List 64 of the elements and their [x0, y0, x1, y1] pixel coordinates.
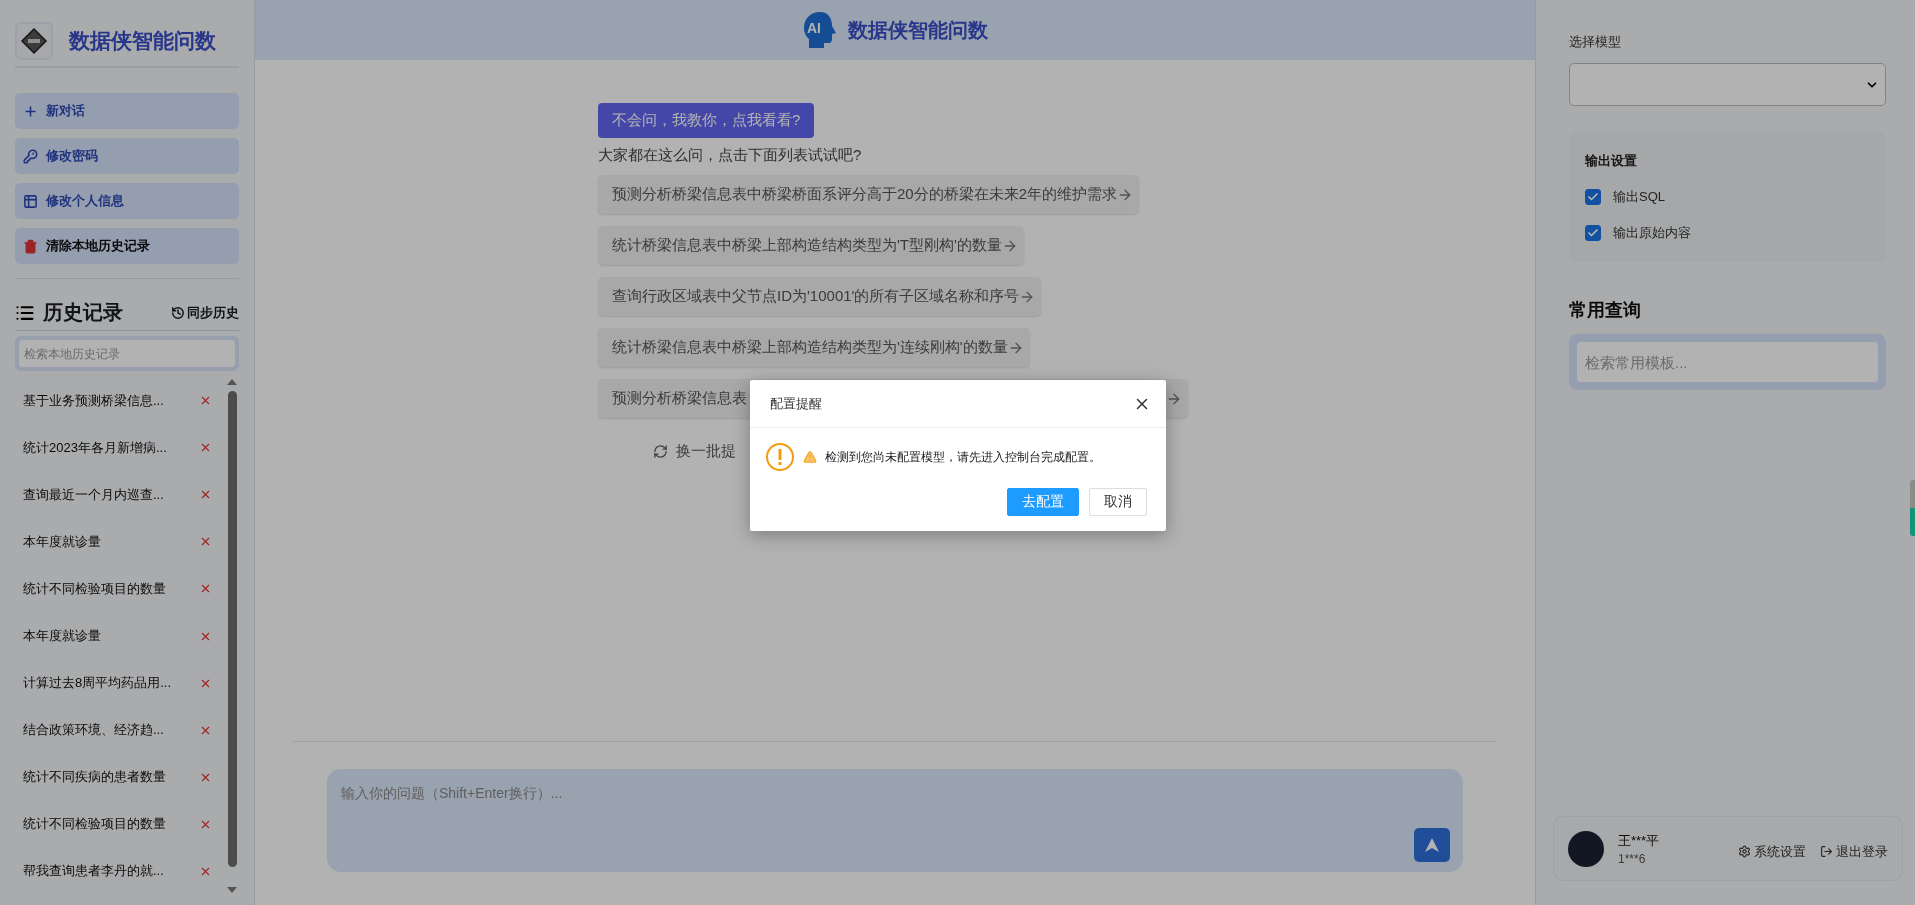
history-item[interactable]: 统计不同检验项目的数量 — [23, 815, 191, 834]
suggestion-prompt: 大家都在这么问，点击下面列表试试吧? — [598, 146, 862, 165]
check-icon — [1587, 227, 1599, 239]
trash-icon — [23, 238, 38, 254]
refresh-button[interactable]: 换一批提 — [653, 442, 736, 461]
checkbox-label: 输出原始内容 — [1613, 224, 1691, 242]
sync-history-button[interactable]: 同步历史 — [171, 303, 239, 322]
history-item[interactable]: 计算过去8周平均药品用... — [23, 674, 191, 693]
suggestion-button[interactable]: 统计桥梁信息表中桥梁上部构造结构类型为'T型刚构'的数量 — [598, 226, 1024, 265]
logo — [15, 22, 53, 60]
logout-icon — [1820, 845, 1833, 858]
history-item[interactable]: 统计不同疾病的患者数量 — [23, 768, 191, 787]
output-settings-title: 输出设置 — [1585, 152, 1638, 170]
history-search-field[interactable]: 检索本地历史记录 — [15, 336, 239, 371]
refresh-icon — [653, 444, 668, 459]
common-query-title: 常用查询 — [1569, 299, 1642, 322]
question-input[interactable]: 输入你的问题（Shift+Enter换行）... — [339, 783, 1451, 823]
sidebar-action-button[interactable]: 修改个人信息 — [15, 183, 239, 219]
logo-text: AI — [807, 20, 821, 36]
teach-button[interactable]: 不会问，我教你，点我看看? — [598, 103, 815, 138]
checkbox[interactable] — [1585, 189, 1601, 205]
alert-icon — [764, 442, 795, 472]
history-item[interactable]: 帮我查询患者李丹的就... — [23, 862, 191, 881]
history-item[interactable]: 统计2023年各月新增病... — [23, 438, 191, 457]
history-title: 历史记录 — [43, 300, 123, 325]
sidebar-action-button[interactable]: 修改密码 — [15, 138, 239, 174]
model-select[interactable] — [1569, 63, 1886, 106]
send-button[interactable] — [1414, 828, 1450, 862]
gear-icon — [1738, 845, 1751, 858]
question-field[interactable]: 输入你的问题（Shift+Enter换行）... — [327, 769, 1463, 872]
model-label: 选择模型 — [1569, 33, 1622, 51]
header-title: 数据侠智能问数 — [848, 17, 988, 43]
sidebar-action-button[interactable]: 新对话 — [15, 93, 239, 129]
sidebar-action-button[interactable]: 清除本地历史记录 — [15, 228, 239, 264]
template-search-field[interactable]: 检索常用模板... — [1569, 334, 1886, 390]
dialog-message: 检测到您尚未配置模型，请先进入控制台完成配置。 — [824, 448, 1101, 466]
suggestion-button[interactable]: 预测分析桥梁信息表中桥梁桥面系评分高于20分的桥梁在未来2年的维护需求 — [598, 175, 1140, 214]
user-id: 1***6 — [1618, 851, 1647, 866]
history-item[interactable]: 本年度就诊量 — [23, 532, 191, 551]
warning-icon — [802, 450, 817, 464]
head-icon — [802, 10, 838, 50]
history-item[interactable]: 统计不同检验项目的数量 — [23, 579, 191, 598]
suggestion-button[interactable]: 统计桥梁信息表中桥梁上部构造结构类型为'连续刚构'的数量 — [598, 328, 1030, 367]
suggestion-button[interactable]: 查询行政区域表中父节点ID为'10001'的所有子区域名称和序号 — [598, 277, 1042, 316]
history-item[interactable]: 本年度就诊量 — [23, 627, 191, 645]
avatar — [1568, 830, 1604, 867]
logout-button[interactable]: 退出登录 — [1820, 842, 1888, 861]
plus-icon — [23, 103, 38, 119]
dialog-title: 配置提醒 — [769, 394, 822, 413]
user-name: 王***平 — [1618, 831, 1661, 850]
check-icon — [1587, 191, 1599, 203]
app-title: 数据侠智能问数 — [69, 28, 216, 54]
history-item[interactable]: 基于业务预测桥梁信息... — [23, 391, 191, 410]
key-icon — [23, 148, 38, 164]
history-icon — [171, 305, 185, 320]
history-item[interactable]: 查询最近一个月内巡查... — [23, 485, 191, 504]
checkbox-label: 输出SQL — [1613, 188, 1665, 206]
send-icon — [1424, 837, 1440, 853]
history-item[interactable]: 结合政策环境、经济趋... — [23, 721, 191, 740]
system-settings-button[interactable]: 系统设置 — [1738, 842, 1806, 861]
table-icon — [23, 193, 38, 209]
delete-icon[interactable] — [199, 865, 212, 878]
checkbox[interactable] — [1585, 225, 1601, 241]
cancel-button[interactable]: 取消 — [1088, 488, 1147, 516]
